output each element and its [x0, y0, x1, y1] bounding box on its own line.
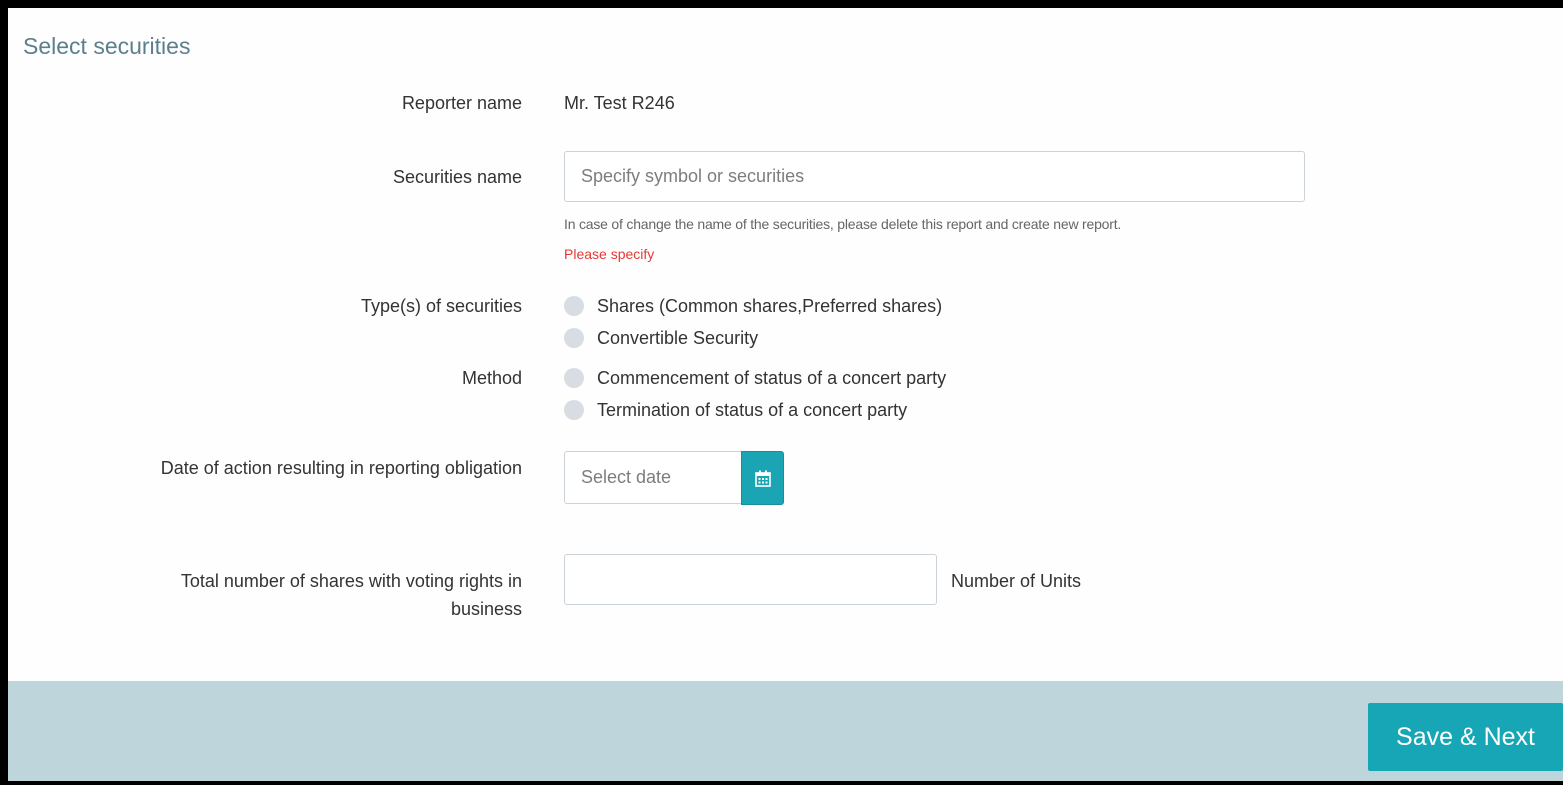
date-picker — [564, 451, 784, 505]
securities-name-input[interactable] — [564, 151, 1305, 202]
securities-name-label: Securities name — [392, 167, 522, 187]
radio-option-convertible[interactable]: Convertible Security — [564, 324, 758, 352]
total-shares-label-line2: business — [450, 599, 522, 619]
radio-button[interactable] — [564, 328, 584, 348]
radio-option-termination[interactable]: Termination of status of a concert party — [564, 396, 907, 424]
security-types-label: Type(s) of securities — [360, 296, 522, 316]
action-date-label: Date of action resulting in reporting ob… — [160, 458, 522, 478]
radio-button[interactable] — [564, 368, 584, 388]
method-label: Method — [461, 368, 522, 388]
radio-option-shares[interactable]: Shares (Common shares,Preferred shares) — [564, 292, 942, 320]
radio-button[interactable] — [564, 400, 584, 420]
radio-button[interactable] — [564, 296, 584, 316]
radio-label: Commencement of status of a concert part… — [597, 367, 947, 388]
save-next-button[interactable]: Save & Next — [1368, 703, 1563, 771]
units-label: Number of Units — [951, 571, 1082, 591]
total-shares-label: Total number of shares with voting right… — [181, 567, 522, 623]
total-shares-label-line1: Total number of shares with voting right… — [180, 571, 522, 591]
calendar-icon — [754, 470, 771, 487]
section-title: Select securities — [23, 33, 191, 59]
radio-label: Termination of status of a concert party — [597, 399, 908, 420]
footer-bar — [8, 681, 1563, 781]
form-panel: Select securities Reporter name Mr. Test… — [8, 8, 1563, 781]
radio-label: Shares (Common shares,Preferred shares) — [597, 295, 943, 316]
radio-label: Convertible Security — [597, 327, 759, 348]
reporter-name-value: Mr. Test R246 — [564, 93, 675, 113]
radio-option-commencement[interactable]: Commencement of status of a concert part… — [564, 364, 946, 392]
calendar-button[interactable] — [741, 451, 784, 505]
total-shares-input[interactable] — [564, 554, 937, 605]
securities-help-text: In case of change the name of the securi… — [564, 216, 1122, 232]
reporter-name-label: Reporter name — [401, 93, 522, 113]
securities-error-text: Please specify — [564, 246, 655, 262]
date-input[interactable] — [564, 451, 741, 504]
